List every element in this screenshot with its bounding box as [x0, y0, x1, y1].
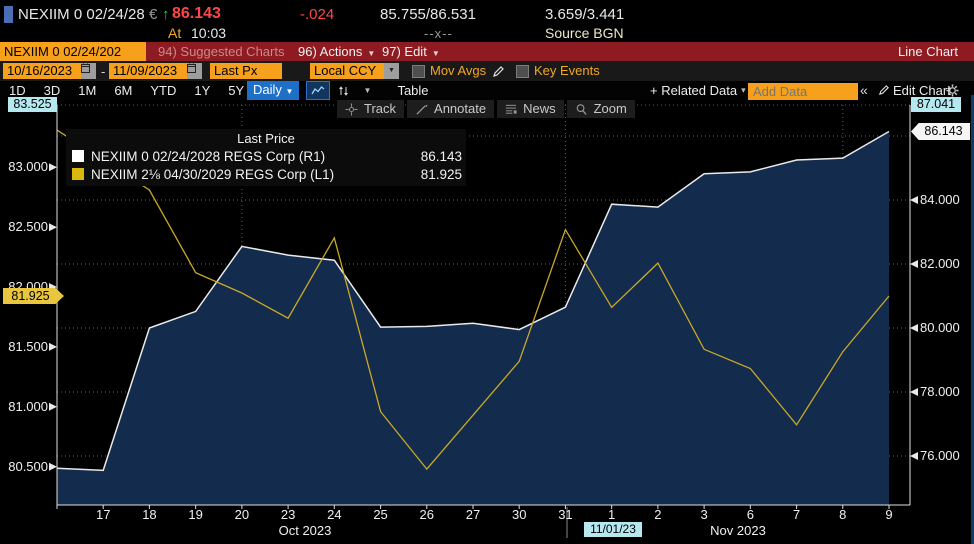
left-axis-tick-label: 80.500	[2, 459, 48, 474]
series-swatch	[72, 168, 84, 180]
right-axis-high-badge: 87.041	[911, 97, 961, 112]
left-axis-last-price-badge: 81.925	[3, 288, 64, 304]
x-axis-tick-label: 3	[684, 508, 724, 522]
x-axis-tick-label: 27	[453, 508, 493, 522]
left-axis-tick-label: 82.500	[2, 219, 48, 234]
month-label-oct: Oct 2023	[260, 523, 350, 538]
left-axis-tick-label: 83.000	[2, 159, 48, 174]
magnifier-icon	[575, 103, 588, 116]
x-axis-tick-label: 24	[314, 508, 354, 522]
annotate-button[interactable]: Annotate	[407, 100, 494, 118]
x-axis-tick-label: 9	[869, 508, 909, 522]
x-axis-tick-label: 23	[268, 508, 308, 522]
x-axis-tick-label: 30	[499, 508, 539, 522]
chart-legend: Last Price NEXIIM 0 02/24/2028 REGS Corp…	[66, 129, 466, 186]
annotate-pencil-icon	[415, 103, 428, 116]
x-axis-tick-label: 26	[407, 508, 447, 522]
right-axis-tick-label: 82.000	[920, 256, 960, 271]
right-axis-last-price-badge: 86.143	[911, 123, 970, 140]
x-axis-tick-label: 2	[638, 508, 678, 522]
right-axis-tick-label: 80.000	[920, 320, 960, 335]
series-swatch	[72, 150, 84, 162]
right-axis-tick-label: 84.000	[920, 192, 960, 207]
x-axis-tick-label: 20	[222, 508, 262, 522]
x-axis-tick-label: 31	[545, 508, 585, 522]
chart-toolbar: Track Annotate News Zoom	[337, 100, 635, 118]
price-chart[interactable]	[0, 0, 974, 544]
legend-title: Last Price	[70, 130, 462, 147]
x-axis-tick-label: 8	[823, 508, 863, 522]
legend-row[interactable]: NEXIIM 2⅛ 04/30/2029 REGS Corp (L1) 81.9…	[70, 165, 462, 183]
left-axis-tick-label: 81.000	[2, 399, 48, 414]
x-axis-tick-label: 19	[176, 508, 216, 522]
news-button[interactable]: News	[497, 100, 564, 118]
x-axis-tick-label: 25	[361, 508, 401, 522]
x-axis-tick-label: 18	[129, 508, 169, 522]
x-axis-tick-label: 7	[777, 508, 817, 522]
x-axis-tick-label: 17	[83, 508, 123, 522]
left-axis-tick-label: 81.500	[2, 339, 48, 354]
month-label-nov: Nov 2023	[693, 523, 783, 538]
legend-row[interactable]: NEXIIM 0 02/24/2028 REGS Corp (R1) 86.14…	[70, 147, 462, 165]
right-axis-tick-label: 76.000	[920, 448, 960, 463]
event-date-badge: 11/01/23	[584, 522, 642, 537]
x-axis-tick-label: 1	[592, 508, 632, 522]
zoom-button[interactable]: Zoom	[567, 100, 635, 118]
crosshair-icon	[345, 103, 358, 116]
bloomberg-line-chart-window: NEXIIM 0 02/24/28 € ↑ 86.143 -.024 85.75…	[0, 0, 974, 544]
right-axis-tick-label: 78.000	[920, 384, 960, 399]
track-button[interactable]: Track	[337, 100, 404, 118]
news-list-icon	[505, 103, 517, 115]
left-axis-high-badge: 83.525	[8, 97, 57, 112]
x-axis-tick-label: 6	[730, 508, 770, 522]
